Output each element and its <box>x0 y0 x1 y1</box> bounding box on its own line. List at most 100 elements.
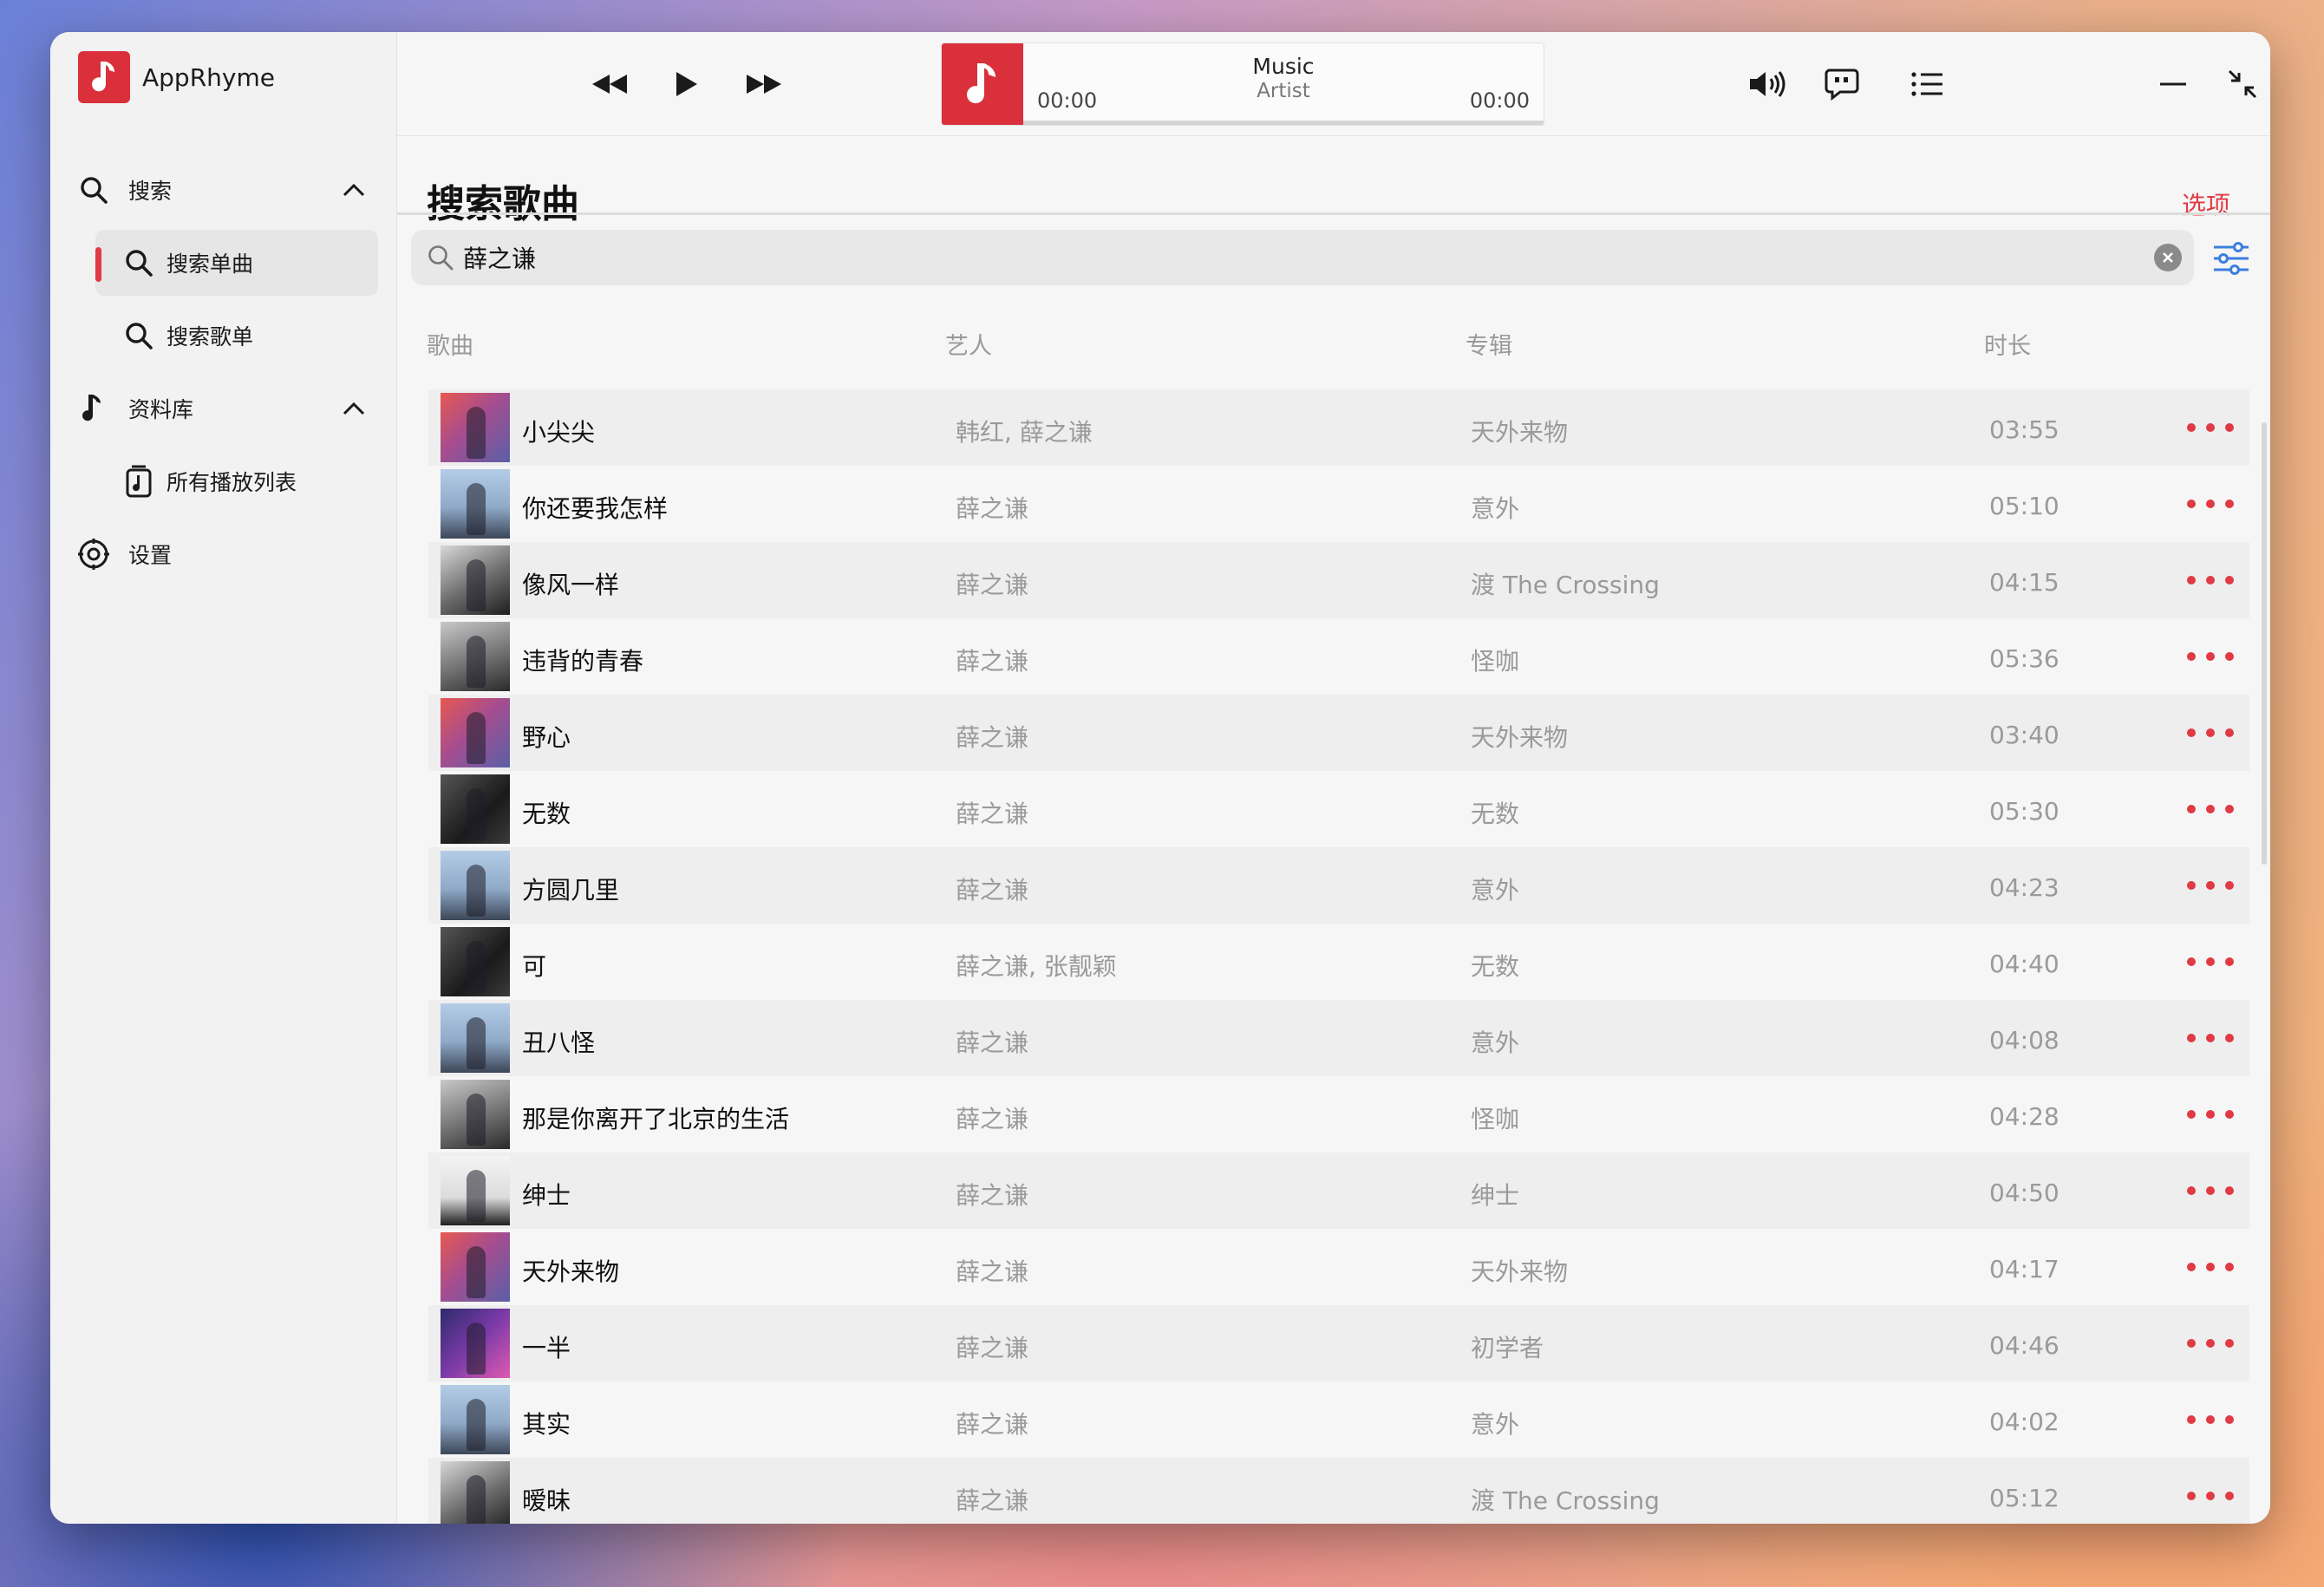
song-album[interactable]: 意外 <box>1471 490 1519 525</box>
shrink-button[interactable] <box>2216 58 2269 110</box>
song-artist[interactable]: 薛之谦 <box>956 1482 1028 1517</box>
song-artist[interactable]: 薛之谦 <box>956 1100 1028 1135</box>
more-options-icon[interactable] <box>2187 1409 2234 1430</box>
more-options-icon[interactable] <box>2187 570 2234 591</box>
song-artist[interactable]: 薛之谦 <box>956 1024 1028 1059</box>
song-artist[interactable]: 薛之谦, 张靓颖 <box>956 948 1117 983</box>
table-row[interactable]: 丑八怪 薛之谦 意外 04:08 <box>428 1000 2249 1076</box>
table-row[interactable]: 野心 薛之谦 天外来物 03:40 <box>428 695 2249 771</box>
options-button[interactable]: 选项 <box>2182 186 2230 221</box>
album-art <box>441 927 510 996</box>
song-artist[interactable]: 薛之谦 <box>956 1406 1028 1440</box>
more-options-icon[interactable] <box>2187 951 2234 972</box>
column-header-album[interactable]: 专辑 <box>1466 327 1512 361</box>
song-artist[interactable]: 薛之谦 <box>956 1253 1028 1288</box>
album-art <box>441 1385 510 1454</box>
song-artist[interactable]: 薛之谦 <box>956 872 1028 906</box>
song-album[interactable]: 天外来物 <box>1471 719 1568 754</box>
song-album[interactable]: 意外 <box>1471 872 1519 906</box>
table-row[interactable]: 天外来物 薛之谦 天外来物 04:17 <box>428 1229 2249 1305</box>
sidebar-nav: 搜索 搜索单曲 搜索歌单 资料库 所有播放列表 设置 <box>50 153 397 591</box>
sidebar-item-library[interactable]: 资料库 <box>50 372 397 445</box>
more-options-icon[interactable] <box>2187 722 2234 743</box>
rewind-button[interactable] <box>584 58 636 110</box>
song-artist[interactable]: 薛之谦 <box>956 719 1028 754</box>
lyrics-button[interactable] <box>1816 58 1868 110</box>
table-row[interactable]: 无数 薛之谦 无数 05:30 <box>428 771 2249 847</box>
table-row[interactable]: 违背的青春 薛之谦 怪咖 05:36 <box>428 618 2249 695</box>
song-album[interactable]: 天外来物 <box>1471 1253 1568 1288</box>
song-album[interactable]: 意外 <box>1471 1406 1519 1440</box>
album-art <box>441 622 510 691</box>
more-options-icon[interactable] <box>2187 1486 2234 1506</box>
song-album[interactable]: 渡 The Crossing <box>1471 1482 1660 1517</box>
filter-button[interactable] <box>2210 237 2253 280</box>
song-album[interactable]: 无数 <box>1471 795 1519 830</box>
song-artist[interactable]: 薛之谦 <box>956 1177 1028 1211</box>
song-artist[interactable]: 薛之谦 <box>956 566 1028 601</box>
more-options-icon[interactable] <box>2187 417 2234 438</box>
now-playing-card[interactable]: Music Artist 00:00 00:00 <box>941 42 1544 126</box>
sidebar-item-settings[interactable]: 设置 <box>50 518 397 591</box>
table-row[interactable]: 方圆几里 薛之谦 意外 04:23 <box>428 847 2249 924</box>
song-title: 那是你离开了北京的生活 <box>522 1105 790 1133</box>
table-row[interactable]: 绅士 薛之谦 绅士 04:50 <box>428 1153 2249 1229</box>
sidebar-item-search-songs[interactable]: 搜索单曲 <box>50 226 397 299</box>
song-duration: 04:28 <box>1989 1102 2060 1131</box>
song-album[interactable]: 怪咖 <box>1471 1100 1519 1135</box>
volume-button[interactable] <box>1742 58 1794 110</box>
play-button[interactable] <box>660 58 712 110</box>
more-options-icon[interactable] <box>2187 799 2234 820</box>
song-album[interactable]: 初学者 <box>1471 1329 1544 1364</box>
more-options-icon[interactable] <box>2187 1333 2234 1354</box>
song-album[interactable]: 渡 The Crossing <box>1471 566 1660 601</box>
song-album[interactable]: 天外来物 <box>1471 414 1568 448</box>
more-options-icon[interactable] <box>2187 1104 2234 1125</box>
sidebar-item-label: 搜索 <box>128 179 173 204</box>
song-album[interactable]: 无数 <box>1471 948 1519 983</box>
more-options-icon[interactable] <box>2187 646 2234 667</box>
table-row[interactable]: 像风一样 薛之谦 渡 The Crossing 04:15 <box>428 542 2249 618</box>
column-header-song[interactable]: 歌曲 <box>427 327 473 361</box>
chevron-up-icon[interactable] <box>336 391 371 426</box>
more-options-icon[interactable] <box>2187 493 2234 514</box>
chevron-up-icon[interactable] <box>336 173 371 207</box>
sidebar-item-search-playlists[interactable]: 搜索歌单 <box>50 299 397 372</box>
song-title: 你还要我怎样 <box>522 494 669 523</box>
song-album[interactable]: 意外 <box>1471 1024 1519 1059</box>
list-icon <box>1911 72 1942 96</box>
table-row[interactable]: 一半 薛之谦 初学者 04:46 <box>428 1305 2249 1381</box>
table-row[interactable]: 你还要我怎样 薛之谦 意外 05:10 <box>428 466 2249 542</box>
more-options-icon[interactable] <box>2187 1180 2234 1201</box>
clear-search-button[interactable] <box>2154 244 2182 271</box>
song-artist[interactable]: 薛之谦 <box>956 643 1028 677</box>
song-album[interactable]: 怪咖 <box>1471 643 1519 677</box>
table-row[interactable]: 小尖尖 韩红, 薛之谦 天外来物 03:55 <box>428 389 2249 466</box>
column-header-artist[interactable]: 艺人 <box>945 327 992 361</box>
search-field[interactable] <box>411 230 2194 285</box>
song-album[interactable]: 绅士 <box>1471 1177 1519 1211</box>
minimize-button[interactable] <box>2147 58 2199 110</box>
table-row[interactable]: 可 薛之谦, 张靓颖 无数 04:40 <box>428 924 2249 1000</box>
table-row[interactable]: 那是你离开了北京的生活 薛之谦 怪咖 04:28 <box>428 1076 2249 1153</box>
fast-forward-button[interactable] <box>738 58 790 110</box>
song-artist[interactable]: 薛之谦 <box>956 795 1028 830</box>
song-artist[interactable]: 薛之谦 <box>956 1329 1028 1364</box>
sidebar-item-search[interactable]: 搜索 <box>50 153 397 226</box>
song-title: 一半 <box>522 1334 571 1362</box>
table-row[interactable]: 其实 薛之谦 意外 04:02 <box>428 1381 2249 1458</box>
brand: AppRhyme <box>78 49 275 105</box>
more-options-icon[interactable] <box>2187 875 2234 896</box>
column-header-duration[interactable]: 时长 <box>1984 327 2031 361</box>
more-options-icon[interactable] <box>2187 1028 2234 1048</box>
album-art <box>441 1003 510 1073</box>
song-artist[interactable]: 韩红, 薛之谦 <box>956 414 1093 448</box>
search-input[interactable] <box>463 237 2093 278</box>
scrollbar[interactable] <box>2262 422 2267 865</box>
more-options-icon[interactable] <box>2187 1257 2234 1277</box>
song-artist[interactable]: 薛之谦 <box>956 490 1028 525</box>
queue-button[interactable] <box>1902 58 1954 110</box>
progress-bar[interactable] <box>1023 121 1544 125</box>
table-row[interactable]: 暧昧 薛之谦 渡 The Crossing 05:12 <box>428 1458 2249 1524</box>
sidebar-item-all-playlists[interactable]: 所有播放列表 <box>50 445 397 518</box>
